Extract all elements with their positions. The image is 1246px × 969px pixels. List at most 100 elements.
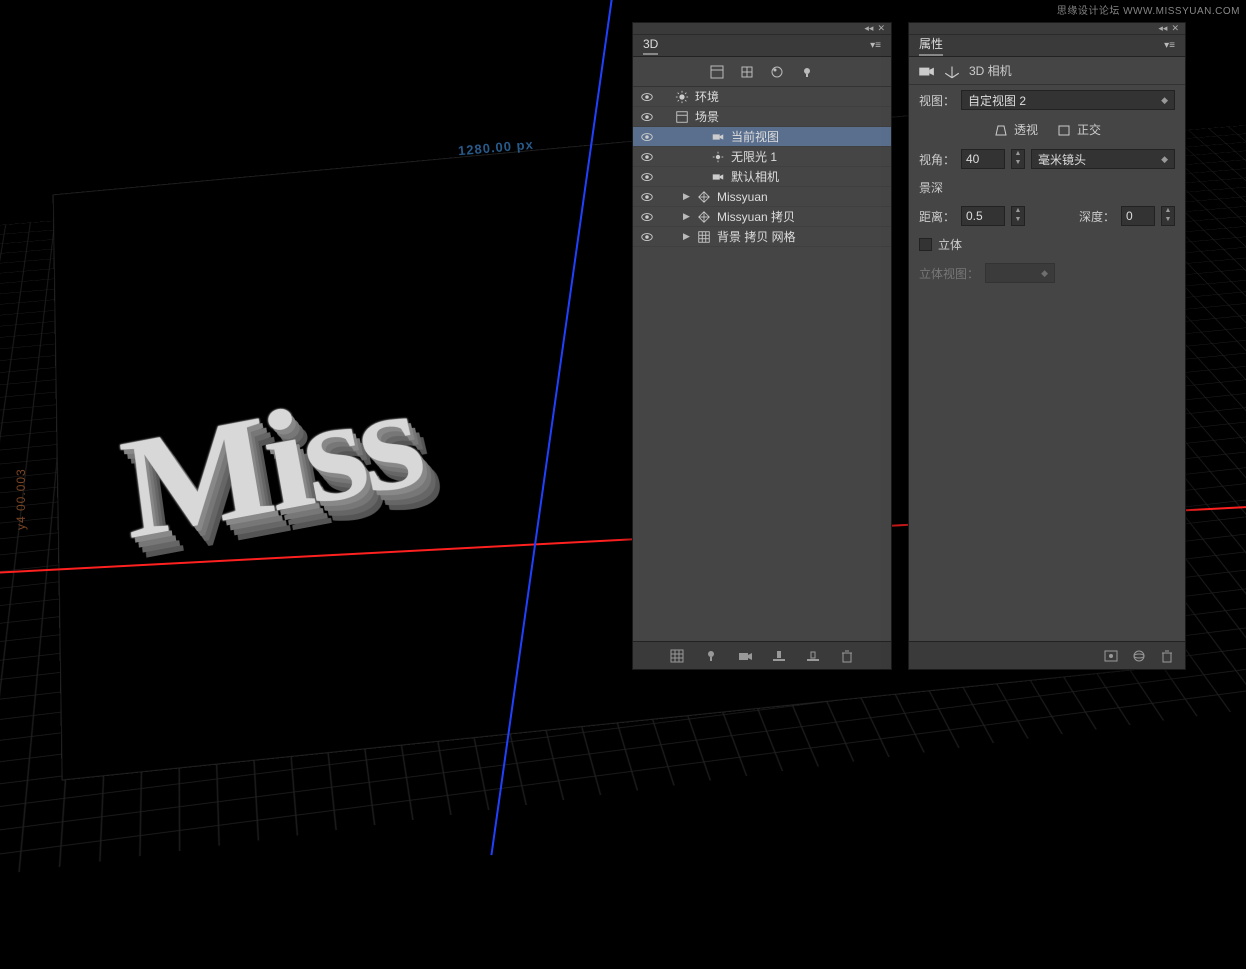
scene-icon [674,109,690,125]
dist-stepper[interactable]: ▲▼ [1011,206,1025,226]
visibility-icon[interactable] [639,229,655,245]
camera-icon [917,62,935,80]
panel-props-title[interactable]: 属性 [919,35,943,56]
panel-3d-body: 环境场景当前视图无限光 1默认相机▶Missyuan▶Missyuan 拷贝▶背… [633,57,891,641]
panel-3d-tab: 3D ▾≡ [633,35,891,57]
dof-row: 距离： 0.5 ▲▼ 深度： 0 ▲▼ [909,201,1185,231]
filter-bar [633,57,891,87]
stereo-row: 立体 [909,231,1185,258]
fov-input[interactable]: 40 [961,149,1005,169]
close-icon[interactable]: ✕ [877,24,885,33]
ortho-button[interactable]: 正交 [1056,121,1101,138]
panel-menu-icon[interactable]: ▾≡ [870,40,881,51]
trash-icon[interactable] [839,648,855,664]
row-label: 无限光 1 [731,148,777,165]
row-label: 默认相机 [731,168,779,185]
view-select[interactable]: 自定视图 2 ◆ [961,90,1175,110]
panel-props-footer [909,641,1185,669]
collapse-icon[interactable]: ◂◂ [1158,24,1167,33]
infinite-light-row[interactable]: 无限光 1 [633,147,891,167]
filter-light-icon[interactable] [799,64,815,80]
filter-scene-icon[interactable] [709,64,725,80]
view-row: 视图： 自定视图 2 ◆ [909,85,1185,115]
panel-props-body: 3D 相机 视图： 自定视图 2 ◆ 透视 正交 视角： 40 ▲▼ 毫 [909,57,1185,641]
perspective-button[interactable]: 透视 [993,121,1038,138]
grid-icon [696,229,712,245]
expand-icon[interactable]: ▶ [683,231,691,242]
footer-grid-icon[interactable] [669,648,685,664]
dof-label: 景深 [919,179,943,196]
caret-icon: ◆ [1161,95,1168,106]
mesh-icon [696,209,712,225]
row-label: Missyuan [717,190,768,204]
visibility-icon[interactable] [639,169,655,185]
render-icon[interactable] [1103,648,1119,664]
default-camera-row[interactable]: 默认相机 [633,167,891,187]
row-label: 背景 拷贝 网格 [717,228,796,245]
caret-icon: ◆ [1161,154,1168,165]
expand-icon[interactable]: ▶ [683,191,691,202]
depth-stepper[interactable]: ▲▼ [1161,206,1175,226]
stereo-view-row: 立体视图： ◆ [909,258,1185,288]
panel-menu-icon[interactable]: ▾≡ [1164,40,1175,51]
stereo-checkbox[interactable] [919,238,932,251]
lens-select[interactable]: 毫米镜头 ◆ [1031,149,1175,169]
missyuan-row[interactable]: ▶ Missyuan [633,187,891,207]
light-icon [710,149,726,165]
current-view-row[interactable]: 当前视图 [633,127,891,147]
mesh-icon [696,189,712,205]
camera-icon [710,169,726,185]
fov-label: 视角： [919,151,955,168]
depth-label: 深度： [1079,208,1115,225]
perspective-label: 透视 [1014,121,1038,138]
row-label: 场景 [695,108,719,125]
expand-icon[interactable]: ▶ [683,211,691,222]
props-section-header: 3D 相机 [909,57,1185,85]
visibility-icon[interactable] [639,109,655,125]
scene-row[interactable]: 场景 [633,107,891,127]
visibility-icon[interactable] [639,149,655,165]
sphere-icon[interactable] [1131,648,1147,664]
visibility-icon[interactable] [639,209,655,225]
dist-input[interactable]: 0.5 [961,206,1005,226]
trash-icon[interactable] [1159,648,1175,664]
sun-icon [674,89,690,105]
missyuan-copy-row[interactable]: ▶Missyuan 拷贝 [633,207,891,227]
depth-input[interactable]: 0 [1121,206,1155,226]
view-value: 自定视图 2 [968,92,1026,109]
fov-row: 视角： 40 ▲▼ 毫米镜头 ◆ [909,144,1185,174]
footer-ground-icon[interactable] [771,648,787,664]
row-label: 当前视图 [731,128,779,145]
dist-label: 距离： [919,208,955,225]
camera-icon [710,129,726,145]
close-icon[interactable]: ✕ [1171,24,1179,33]
visibility-icon[interactable] [639,89,655,105]
panel-3d-footer [633,641,891,669]
footer-light-icon[interactable] [703,648,719,664]
visibility-icon[interactable] [639,129,655,145]
panel-3d-title[interactable]: 3D [643,37,658,55]
lens-value: 毫米镜头 [1038,151,1086,168]
dof-header: 景深 [909,174,1185,201]
collapse-icon[interactable]: ◂◂ [864,24,873,33]
scene-tree: 环境场景当前视图无限光 1默认相机▶Missyuan▶Missyuan 拷贝▶背… [633,87,891,247]
view-label: 视图： [919,92,955,109]
coords-icon[interactable] [943,62,961,80]
panel-3d: ◂◂ ✕ 3D ▾≡ 环境场景当前视图无限光 1 默认相机 ▶ Missyuan ▶Mi… [632,22,892,670]
footer-camera-icon[interactable] [737,648,753,664]
projection-row: 透视 正交 [909,115,1185,144]
stereo-view-select: ◆ [985,263,1055,283]
filter-material-icon[interactable] [769,64,785,80]
env-row[interactable]: 环境 [633,87,891,107]
visibility-icon[interactable] [639,189,655,205]
row-label: 环境 [695,88,719,105]
props-section-title: 3D 相机 [969,62,1012,79]
bg-mesh-row[interactable]: ▶ 背景 拷贝 网格 [633,227,891,247]
footer-plane-icon[interactable] [805,648,821,664]
ortho-label: 正交 [1077,121,1101,138]
panel-properties: ◂◂ ✕ 属性 ▾≡ 3D 相机 视图： 自定视图 2 ◆ 透视 正交 [908,22,1186,670]
filter-mesh-icon[interactable] [739,64,755,80]
watermark: 思缘设计论坛 WWW.MISSYUAN.COM [1057,2,1240,17]
fov-stepper[interactable]: ▲▼ [1011,149,1025,169]
stereo-label: 立体 [938,236,962,253]
